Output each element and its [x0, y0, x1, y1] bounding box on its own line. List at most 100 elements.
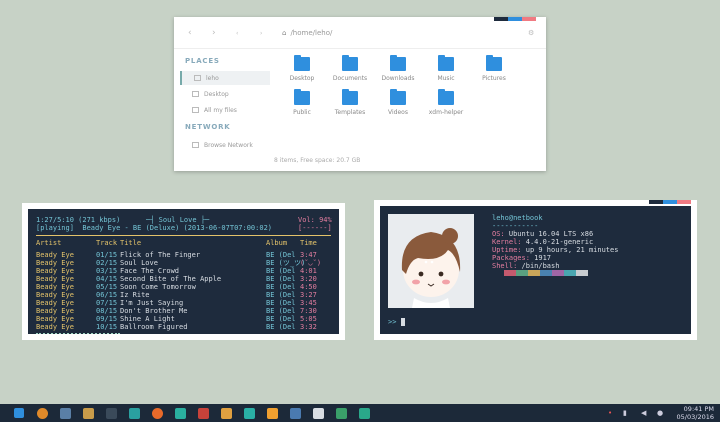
cell-artist: Beady Eye [36, 267, 74, 275]
cell-album: BE (Del [266, 251, 296, 259]
sidebar-item-desktop[interactable]: Desktop [180, 87, 270, 101]
cmus-terminal-window[interactable]: 1:27/5:10 (271 kbps) ─┤ Soul Love ├─ Vol… [22, 203, 345, 340]
folder-documents[interactable]: Documents [328, 55, 372, 82]
cell-artist: Beady Eye [36, 275, 74, 283]
folder-icon [438, 89, 454, 105]
cell-artist: Beady Eye [36, 299, 74, 307]
home-folder-icon [194, 75, 201, 81]
ghost-icon[interactable] [198, 408, 209, 419]
network-signal-icon[interactable]: ▮ [623, 409, 627, 417]
table-row[interactable]: Beady Eye 04/15 Second Bite of The Apple BE… [36, 275, 317, 283]
cmus-progress-bar [36, 333, 120, 334]
cmus-time: 1:27/5:10 (271 kbps) [36, 216, 121, 224]
neofetch-os-line: OS: Ubuntu 16.04 LTS x86 [492, 230, 594, 238]
settings-icon[interactable]: ⚙ [528, 29, 534, 37]
up-icon[interactable]: ‹ [236, 30, 238, 37]
chat-icon[interactable]: ● [657, 409, 663, 417]
tree-icon[interactable] [336, 408, 347, 419]
burger-icon[interactable] [221, 408, 232, 419]
folder-downloads[interactable]: Downloads [376, 55, 420, 82]
folder-public[interactable]: Public [280, 89, 324, 116]
cell-time: 3:20 [300, 275, 317, 283]
neofetch-screen[interactable]: leho@netbook ----------- OS: Ubuntu 16.0… [380, 206, 691, 334]
cell-artist: Beady Eye [36, 315, 74, 323]
folder-pictures[interactable]: Pictures [472, 55, 516, 82]
cell-title: Flick of The Finger [120, 251, 201, 259]
palette-swatch [564, 270, 576, 276]
table-row[interactable]: Beady Eye 01/15 Flick of The Finger BE (Del… [36, 251, 317, 259]
palette-swatch [504, 270, 516, 276]
firefox-icon[interactable] [37, 408, 48, 419]
neofetch-packages-line: Packages: 1917 [492, 254, 552, 262]
cell-track: 01/15 [96, 251, 118, 259]
clock-time: 09:41 PM [683, 405, 714, 413]
files-icon[interactable] [83, 408, 94, 419]
table-row[interactable]: Beady Eye 02/15 Soul Love BE (ツ_ツ) (˘◡˘) [36, 259, 321, 267]
notification-dot-icon[interactable]: • [608, 409, 612, 417]
cell-title: Shine A Light [120, 315, 175, 323]
photo-icon[interactable] [129, 408, 140, 419]
table-row[interactable]: Beady Eye 03/15 Face The Crowd BE (Del 4:01 [36, 267, 317, 275]
table-row[interactable]: Beady Eye 05/15 Soon Come Tomorrow BE (Del 4… [36, 283, 317, 291]
sidebar-item-browse-network[interactable]: Browse Network [180, 138, 270, 152]
umbrella-icon[interactable] [175, 408, 186, 419]
table-row[interactable]: Beady Eye 06/15 Iz Rite BE (Del 3:27 [36, 291, 317, 299]
files-icon [192, 107, 199, 113]
forward-icon[interactable]: › [212, 28, 216, 38]
desktop-icon [192, 91, 199, 97]
folder-icon [486, 55, 502, 71]
cell-artist: Beady Eye [36, 291, 74, 299]
cell-artist: Beady Eye [36, 323, 74, 331]
folder-icon [390, 89, 406, 105]
folder-xdm-helper[interactable]: xdm-helper [424, 89, 468, 116]
neofetch-kernel-line: Kernel: 4.4.0-21-generic [492, 238, 594, 246]
calc-icon[interactable] [290, 408, 301, 419]
folder-icon [342, 89, 358, 105]
cell-artist: Beady Eye [36, 307, 74, 315]
send-icon[interactable] [313, 408, 324, 419]
cell-time: 7:30 [300, 307, 317, 315]
cell-track: 05/15 [96, 283, 118, 291]
sidebar-item-home[interactable]: leho [180, 71, 270, 85]
shell-prompt[interactable]: >> [388, 318, 405, 326]
orange-icon[interactable] [152, 408, 163, 419]
table-row[interactable]: Beady Eye 07/15 I'm Just Saying BE (Del 3:45 [36, 299, 317, 307]
terminal-icon[interactable] [106, 408, 117, 419]
location-path: /home/leho/ [290, 29, 333, 37]
cmus-screen[interactable]: 1:27/5:10 (271 kbps) ─┤ Soul Love ├─ Vol… [28, 209, 339, 334]
box-icon[interactable] [359, 408, 370, 419]
file-manager-header: ‹ › ‹ › ⌂ /home/leho/ ⚙ [174, 17, 546, 49]
folder-music[interactable]: Music [424, 55, 468, 82]
cmus-playing: [playing] Beady Eye - BE (Deluxe) (2013-… [36, 224, 273, 232]
volume-icon[interactable]: ◀ [641, 409, 646, 417]
cell-time: 4:01 [300, 267, 317, 275]
sidebar-item-all-files[interactable]: All my files [180, 103, 270, 117]
neofetch-user: leho@netbook [492, 214, 543, 222]
windows-icon[interactable] [14, 408, 24, 418]
neofetch-terminal-window[interactable]: leho@netbook ----------- OS: Ubuntu 16.0… [374, 200, 697, 340]
table-row[interactable]: Beady Eye 10/15 Ballroom Figured BE (Del 3:3… [36, 323, 317, 331]
next-icon[interactable]: › [260, 30, 262, 37]
vlc-icon[interactable] [267, 408, 278, 419]
table-row[interactable]: Beady Eye 08/15 Don't Brother Me BE (Del 7:3… [36, 307, 317, 315]
color-palette [492, 270, 588, 276]
neofetch-shell-line: Shell: /bin/bash [492, 262, 560, 270]
location-bar[interactable]: ⌂ /home/leho/ [282, 29, 332, 37]
home-icon: ⌂ [282, 29, 287, 37]
folder-videos[interactable]: Videos [376, 89, 420, 116]
rocket-icon[interactable] [60, 408, 71, 419]
anime-girl-illustration [401, 228, 461, 308]
cell-track: 03/15 [96, 267, 118, 275]
back-icon[interactable]: ‹ [188, 28, 192, 38]
cell-track: 07/15 [96, 299, 118, 307]
clock[interactable]: 09:41 PM 05/03/2016 [677, 405, 714, 421]
sidebar: PLACES leho Desktop All my files NETWORK… [174, 49, 274, 171]
palette-swatch [516, 270, 528, 276]
neofetch-uptime-line: Uptime: up 9 hours, 21 minutes [492, 246, 619, 254]
table-row[interactable]: Beady Eye 09/15 Shine A Light BE (Del 5:05 [36, 315, 317, 323]
cell-album: BE (Del [266, 299, 296, 307]
folder-desktop[interactable]: Desktop [280, 55, 324, 82]
cell-track: 06/15 [96, 291, 118, 299]
folder-templates[interactable]: Templates [328, 89, 372, 116]
cloud-icon[interactable] [244, 408, 255, 419]
